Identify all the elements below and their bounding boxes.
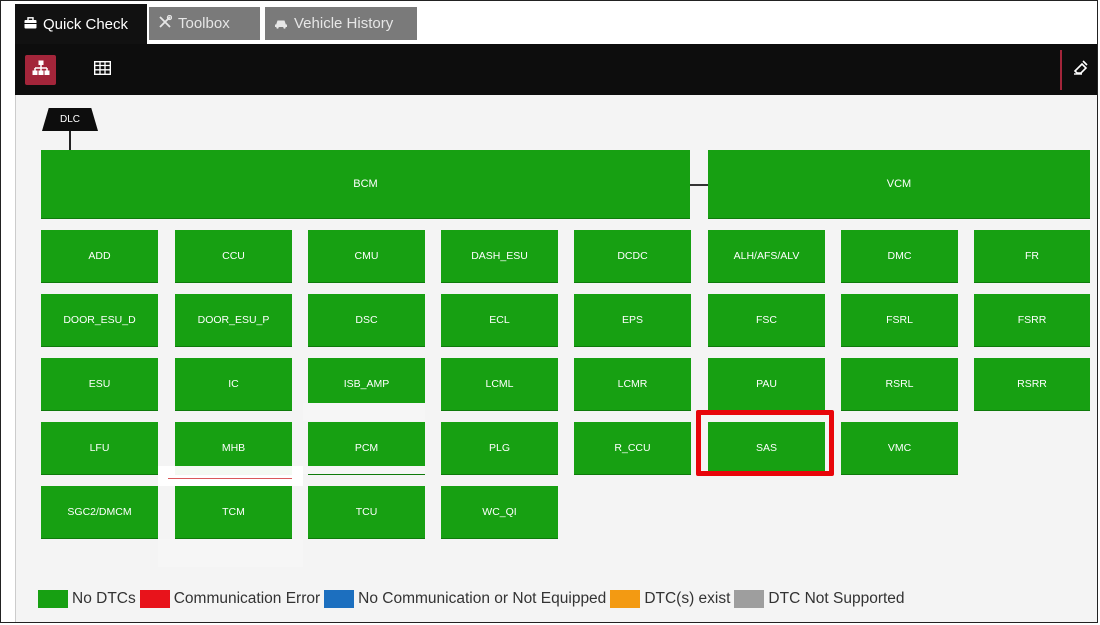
module-door-esu-d[interactable]: DOOR_ESU_D <box>41 294 158 347</box>
module-add[interactable]: ADD <box>41 230 158 283</box>
tab-vehicle-history[interactable]: Vehicle History <box>265 7 417 40</box>
module-dash-esu[interactable]: DASH_ESU <box>441 230 558 283</box>
module-plg[interactable]: PLG <box>441 422 558 475</box>
module-esu[interactable]: ESU <box>41 358 158 411</box>
module-rsrr[interactable]: RSRR <box>974 358 1090 411</box>
legend-swatch-not-supported <box>734 590 765 608</box>
module-dmc[interactable]: DMC <box>841 230 958 283</box>
legend-label: Communication Error <box>173 590 321 607</box>
module-sgc2-dmcm[interactable]: SGC2/DMCM <box>41 486 158 539</box>
module-lcml[interactable]: LCML <box>441 358 558 411</box>
legend-swatch-dtcs-exist <box>610 590 641 608</box>
module-eps[interactable]: EPS <box>574 294 691 347</box>
dlc-link-line <box>69 131 71 150</box>
module-fsrl[interactable]: FSRL <box>841 294 958 347</box>
selected-module-highlight <box>696 410 834 476</box>
network-view-button[interactable] <box>25 55 56 85</box>
dlc-connector[interactable]: DLC <box>42 108 98 131</box>
module-cmu[interactable]: CMU <box>308 230 425 283</box>
tab-toolbox[interactable]: Toolbox <box>149 7 260 40</box>
module-door-esu-p[interactable]: DOOR_ESU_P <box>175 294 292 347</box>
legend-label: No DTCs <box>72 590 136 607</box>
module-lcmr[interactable]: LCMR <box>574 358 691 411</box>
legend-item: Communication Error <box>139 590 321 608</box>
module-ecl[interactable]: ECL <box>441 294 558 347</box>
module-wc-qi[interactable]: WC_QI <box>441 486 558 539</box>
overlay-artifact-line <box>168 478 292 479</box>
legend-item: DTC(s) exist <box>610 590 730 608</box>
module-ccu[interactable]: CCU <box>175 230 292 283</box>
module-dsc[interactable]: DSC <box>308 294 425 347</box>
module-tcm[interactable]: TCM <box>175 486 292 539</box>
grid-table-icon <box>93 60 112 80</box>
legend-swatch-no-dtcs <box>38 590 68 608</box>
car-icon <box>274 16 288 32</box>
module-bcm[interactable]: BCM <box>41 150 690 219</box>
tab-quick-check[interactable]: Quick Check <box>15 4 147 44</box>
module-fsc[interactable]: FSC <box>708 294 825 347</box>
module-vmc[interactable]: VMC <box>841 422 958 475</box>
eraser-icon <box>1072 58 1090 82</box>
toolbox-icon <box>24 16 37 32</box>
legend-label: DTC Not Supported <box>768 590 905 607</box>
overlay-artifact <box>303 466 425 474</box>
legend-item: No DTCs <box>38 590 136 608</box>
module-fsrr[interactable]: FSRR <box>974 294 1090 347</box>
bcm-vcm-link-line <box>690 184 708 186</box>
toolbar <box>15 44 1098 95</box>
legend-label: No Communication or Not Equipped <box>358 590 607 607</box>
module-rsrl[interactable]: RSRL <box>841 358 958 411</box>
tools-icon <box>158 14 173 32</box>
clear-button[interactable] <box>1068 55 1094 85</box>
module-tcu[interactable]: TCU <box>308 486 425 539</box>
module-alh-afs-alv[interactable]: ALH/AFS/ALV <box>708 230 825 283</box>
status-legend: No DTCs Communication Error No Communica… <box>38 590 909 608</box>
module-vcm[interactable]: VCM <box>708 150 1090 219</box>
legend-item: DTC Not Supported <box>734 590 905 608</box>
legend-swatch-no-communication <box>324 590 355 608</box>
tab-label: Quick Check <box>43 15 129 33</box>
legend-label: DTC(s) exist <box>644 590 731 607</box>
network-tree-icon <box>32 60 50 81</box>
toolbar-separator <box>1060 50 1062 90</box>
module-pau[interactable]: PAU <box>708 358 825 411</box>
overlay-artifact <box>158 466 303 486</box>
module-ic[interactable]: IC <box>175 358 292 411</box>
module-fr[interactable]: FR <box>974 230 1090 283</box>
grid-view-button[interactable] <box>87 55 118 85</box>
overlay-artifact <box>158 539 303 567</box>
module-r-ccu[interactable]: R_CCU <box>574 422 691 475</box>
legend-item: No Communication or Not Equipped <box>324 590 606 608</box>
module-dcdc[interactable]: DCDC <box>574 230 691 283</box>
legend-swatch-communication-error <box>139 590 170 608</box>
tab-label: Toolbox <box>178 15 230 32</box>
overlay-artifact <box>303 403 425 421</box>
tab-label: Vehicle History <box>294 15 394 32</box>
module-lfu[interactable]: LFU <box>41 422 158 475</box>
